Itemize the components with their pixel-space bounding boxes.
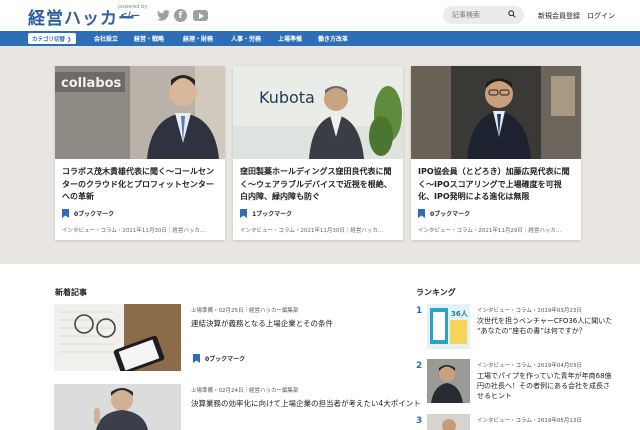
nav-item-hr[interactable]: 人事・労務 [231, 34, 261, 43]
featured-card[interactable]: Kubota 窪田製薬ホールディングス窪田良代表に聞く〜ウェアラブルデバイスで近… [233, 66, 403, 240]
bookmark-count: 1ブックマーク [252, 211, 293, 218]
card-title[interactable]: IPO協会員（とどろき）加藤広晃代表に聞く〜IPOスコアリングで上場確度を可視化… [418, 166, 576, 204]
bookmark-icon [240, 209, 247, 218]
featured-card[interactable]: IPO協会員（とどろき）加藤広晃代表に聞く〜IPOスコアリングで上場確度を可視化… [411, 66, 581, 240]
nav-item-workstyle[interactable]: 働き方改革 [318, 34, 348, 43]
ranking-section-title: ランキング [416, 288, 456, 297]
register-link[interactable]: 新規会員登録 [538, 11, 580, 21]
news-title[interactable]: 決算業務の効率化に向けて上場企業の担当者が考えたい4大ポイント [191, 398, 421, 409]
main-nav: カテゴリ切替 ❯ 会社設立 経営・戦略 経理・財務 人事・労務 上場準備 働き方… [0, 31, 640, 46]
rank-number: 3 [416, 416, 423, 426]
ranking-thumbnail[interactable] [427, 359, 470, 403]
bookmark-icon [62, 209, 69, 218]
nav-item-ipo[interactable]: 上場準備 [278, 34, 302, 43]
search-icon[interactable] [508, 10, 516, 18]
bookmark-count: 0ブックマーク [430, 211, 471, 218]
card-meta: インタビュー・コラム・2021年11月30日｜経営ハッカ… [240, 228, 384, 234]
bookmark-button[interactable]: 0ブックマーク [418, 209, 470, 218]
news-section-title: 新着記事 [55, 288, 87, 297]
news-meta: 上場準備・02月24日｜経営ハッカー編集部 [191, 388, 299, 394]
ranking-title[interactable]: 次世代を担うベンチャーCFO36人に聞いた “あなたの”座右の書”は何ですか？ [477, 316, 613, 347]
card-meta: インタビュー・コラム・2021年11月30日｜経営ハッカ… [62, 228, 206, 234]
ranking-thumbnail[interactable]: 36人 [427, 304, 470, 349]
card-photo: Kubota [233, 66, 403, 159]
rank-number: 1 [416, 306, 423, 316]
site-header: 経営ハッカー powered by </— f 新規会員登録 ログイン [0, 0, 640, 31]
card-meta: インタビュー・コラム・2021年11月29日｜経営ハッカ… [418, 228, 562, 234]
news-thumbnail[interactable] [54, 304, 181, 371]
ranking-meta: インタビュー・コラム・2019年05月13日 [477, 418, 582, 424]
logo-mark: </— [120, 11, 140, 21]
ranking-meta: インタビュー・コラム・2019年04月03日 [477, 363, 582, 369]
bookmark-button[interactable]: 0ブックマーク [62, 209, 114, 218]
ranking-meta: インタビュー・コラム・2019年03月23日 [477, 308, 582, 314]
news-title[interactable]: 連結決算が義務となる上場企業とその条件 [191, 318, 333, 329]
collabos-logo-text: collabos [61, 76, 122, 91]
featured-section: collabos コラボス茂木貴雄代表に聞く〜コールセンターのクラウド化とプロフ… [0, 46, 640, 264]
nav-item-strategy[interactable]: 経営・戦略 [134, 34, 164, 43]
ranking-thumbnail[interactable] [427, 414, 470, 430]
card-photo: collabos [55, 66, 225, 159]
card-title[interactable]: 窪田製薬ホールディングス窪田良代表に聞く〜ウェアラブルデバイスで近視を根絶、白内… [240, 166, 398, 204]
thumb-text: 36人 [451, 309, 469, 318]
news-meta: 上場準備・02月25日｜経営ハッカー編集部 [191, 308, 299, 314]
twitter-icon[interactable] [157, 9, 170, 22]
facebook-icon[interactable]: f [174, 9, 187, 22]
nav-item-finance[interactable]: 経理・財務 [183, 34, 213, 43]
ranking-title[interactable]: 工場でパイプを作っていた青年が年商68億円の社長へ！その者例にある会社を成長させ… [477, 371, 613, 402]
card-title[interactable]: コラボス茂木貴雄代表に聞く〜コールセンターのクラウド化とプロフィットセンターへの… [62, 166, 220, 204]
category-toggle-button[interactable]: カテゴリ切替 ❯ [28, 33, 76, 44]
bookmark-icon [418, 209, 425, 218]
youtube-icon[interactable] [193, 10, 208, 21]
news-thumbnail[interactable] [54, 384, 181, 430]
featured-card[interactable]: collabos コラボス茂木貴雄代表に聞く〜コールセンターのクラウド化とプロフ… [55, 66, 225, 240]
kubota-logo-text: Kubota [259, 88, 315, 107]
nav-item-company-setup[interactable]: 会社設立 [94, 34, 118, 43]
login-link[interactable]: ログイン [587, 11, 615, 21]
bookmark-button[interactable]: 1ブックマーク [240, 209, 292, 218]
rank-number: 2 [416, 361, 423, 371]
card-photo [411, 66, 581, 159]
logo-powered-by: powered by [118, 4, 148, 10]
bookmark-count: 0ブックマーク [74, 211, 115, 218]
bookmark-icon [193, 354, 200, 363]
bookmark-button[interactable]: 0ブックマーク [193, 354, 245, 363]
bookmark-count: 0ブックマーク [205, 356, 246, 363]
